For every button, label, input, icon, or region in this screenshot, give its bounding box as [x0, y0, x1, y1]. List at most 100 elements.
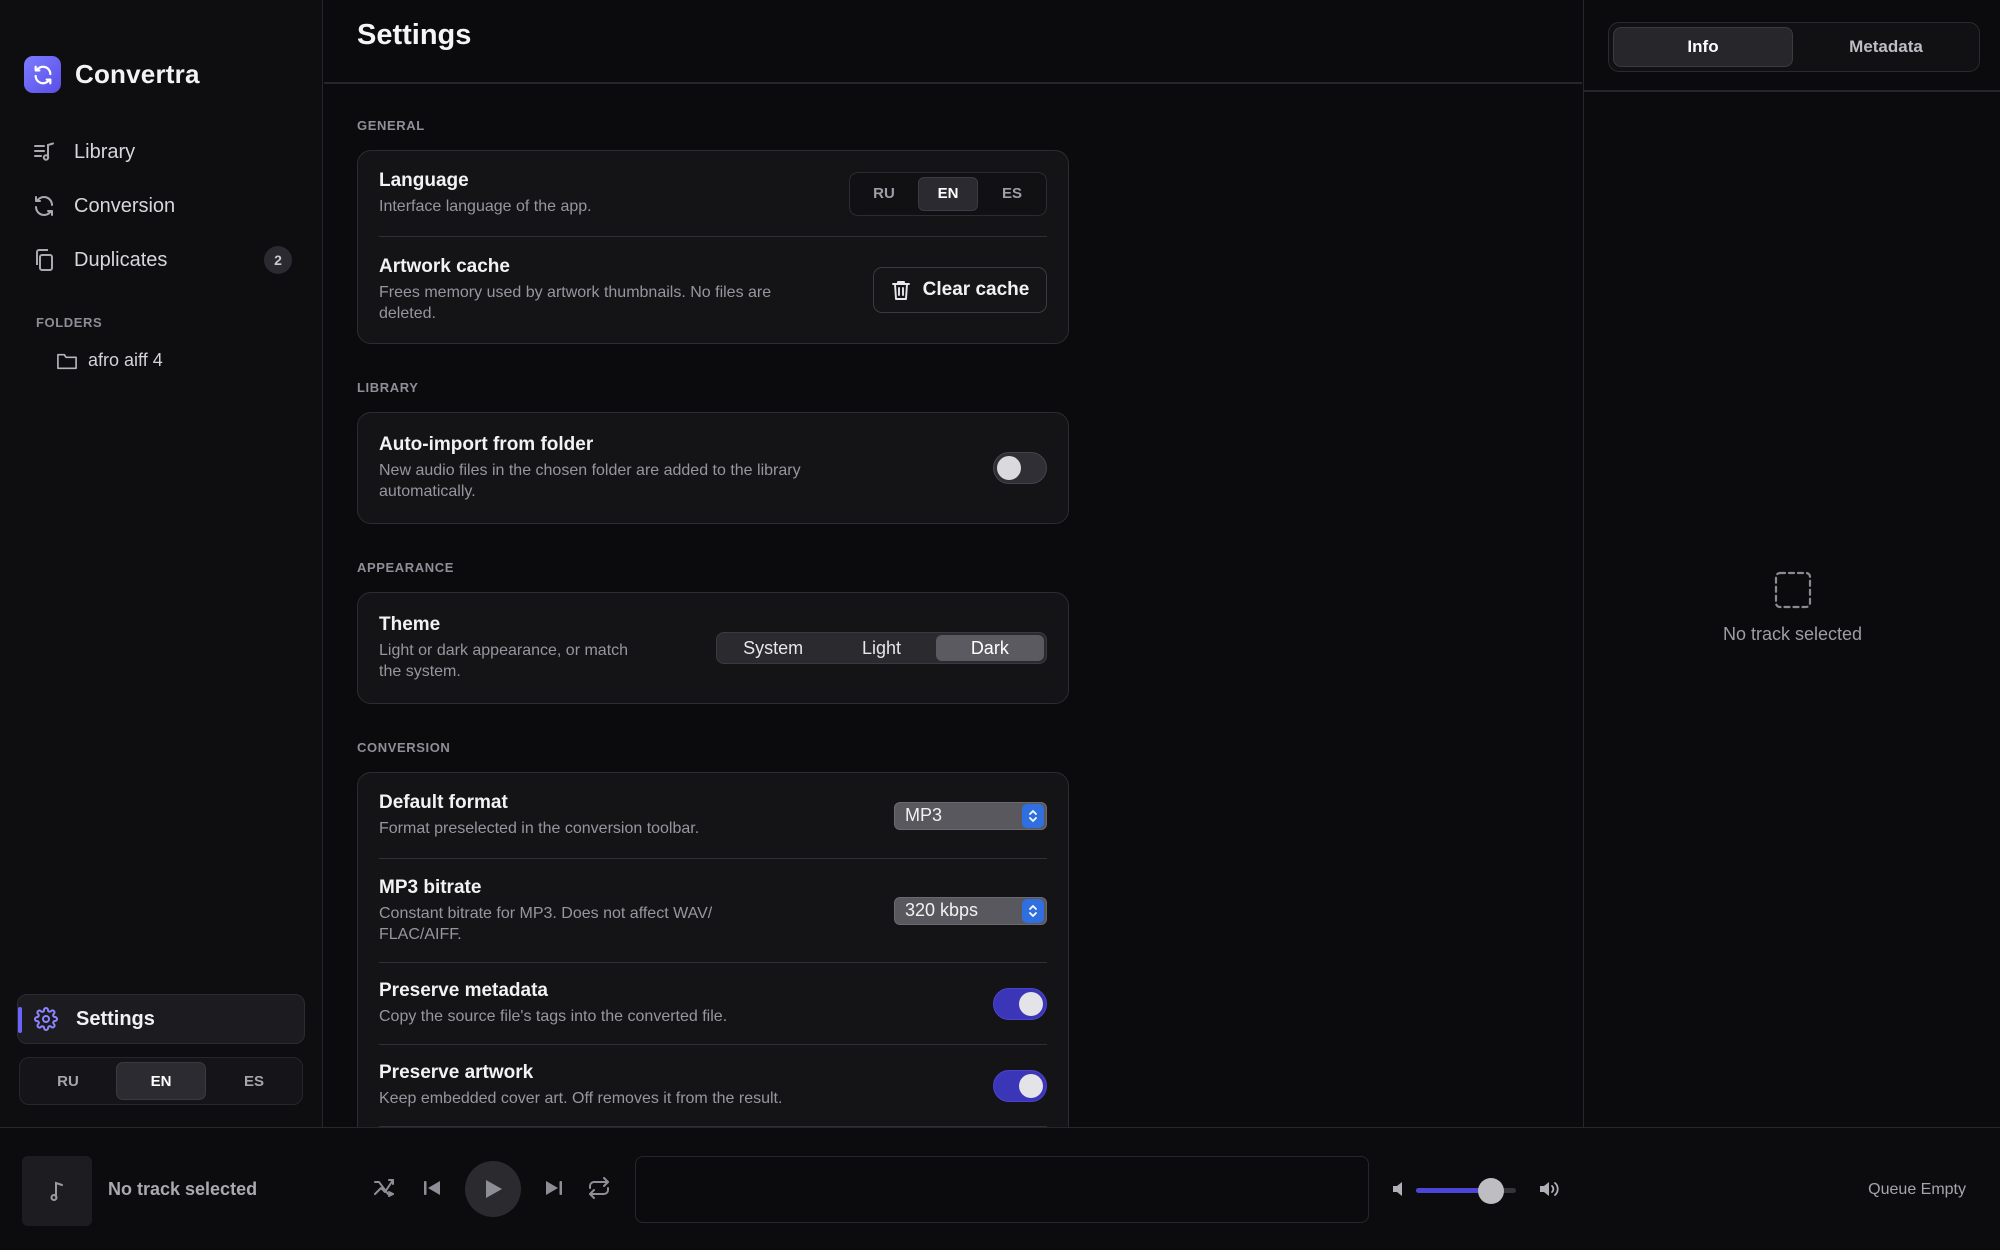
auto-import-desc: New audio files in the chosen folder are… — [379, 462, 801, 500]
bitrate-title: MP3 bitrate — [379, 876, 482, 898]
section-label-library: LIBRARY — [357, 380, 419, 395]
auto-import-toggle[interactable] — [993, 452, 1047, 484]
theme-option-light[interactable]: Light — [827, 635, 935, 661]
chevron-updown-icon — [1022, 898, 1044, 923]
repeat-icon — [587, 1177, 611, 1199]
settings-content: GENERAL Language Interface language of t… — [357, 84, 1069, 1127]
lang-option-es[interactable]: ES — [982, 177, 1042, 211]
queue-status: Queue Empty — [1868, 1181, 1966, 1198]
play-icon — [483, 1178, 503, 1200]
main-header: Settings — [324, 0, 1582, 84]
play-button[interactable] — [465, 1161, 521, 1217]
volume-high-icon — [1538, 1179, 1560, 1199]
bitrate-select-value: 320 kbps — [905, 900, 979, 920]
brand: Convertra — [24, 56, 200, 93]
format-select-value: MP3 — [905, 805, 943, 825]
previous-button[interactable] — [419, 1175, 445, 1201]
detail-panel: Info Metadata No track selected — [1583, 0, 2000, 1127]
repeat-button[interactable] — [586, 1175, 612, 1201]
copy-files-icon — [32, 248, 56, 272]
sidebar-lang-en[interactable]: EN — [116, 1062, 206, 1100]
preserve-metadata-toggle[interactable] — [993, 987, 1047, 1020]
skip-forward-icon — [544, 1178, 564, 1198]
sidebar-item-label: Duplicates — [74, 248, 168, 271]
empty-state: No track selected — [1584, 570, 2000, 645]
clear-cache-label: Clear cache — [922, 279, 1030, 300]
mp3-bitrate-row: MP3 bitrate Constant bitrate for MP3. Do… — [379, 859, 1047, 963]
bitrate-desc: Constant bitrate for MP3. Does not affec… — [379, 904, 713, 943]
cache-desc: Frees memory used by artwork thumbnails.… — [379, 284, 772, 322]
waveform-scrubber[interactable] — [635, 1156, 1369, 1223]
auto-import-title: Auto-import from folder — [379, 434, 594, 455]
empty-state-text: No track selected — [1722, 624, 1863, 644]
auto-import-row: Auto-import from folder New audio files … — [379, 413, 1047, 523]
folder-label: afro aiff 4 — [88, 350, 163, 370]
preserve-metadata-row: Preserve metadata Copy the source file's… — [379, 963, 1047, 1045]
theme-option-system[interactable]: System — [719, 635, 827, 661]
lang-option-en[interactable]: EN — [918, 176, 978, 211]
panel-divider — [1584, 90, 2000, 92]
lang-option-ru[interactable]: RU — [854, 177, 914, 211]
artwork-desc: Keep embedded cover art. Off removes it … — [379, 1090, 783, 1107]
preserve-artwork-toggle[interactable] — [993, 1069, 1047, 1102]
page-title: Settings — [357, 18, 472, 51]
refresh-icon — [32, 194, 56, 218]
app-logo-icon — [24, 56, 61, 93]
sidebar-item-label: Library — [74, 140, 136, 163]
tab-info[interactable]: Info — [1613, 27, 1793, 67]
folders-heading: FOLDERS — [36, 315, 103, 330]
dashed-square-icon — [1773, 570, 1813, 610]
player-track-title: No track selected — [108, 1179, 258, 1199]
format-title: Default format — [379, 792, 508, 813]
sidebar-language-switch: RU EN ES — [19, 1057, 303, 1105]
language-title: Language — [379, 170, 469, 191]
theme-row: Theme Light or dark appearance, or match… — [379, 593, 1047, 703]
appearance-card: Theme Light or dark appearance, or match… — [357, 592, 1069, 704]
format-desc: Format preselected in the conversion too… — [379, 820, 700, 837]
artwork-cache-row: Artwork cache Frees memory used by artwo… — [379, 237, 1047, 343]
bitrate-select[interactable]: 320 kbps — [894, 896, 1047, 925]
shuffle-icon — [372, 1177, 396, 1199]
music-note-icon — [48, 1180, 66, 1202]
sidebar-lang-ru[interactable]: RU — [24, 1062, 112, 1100]
language-switch: RU EN ES — [849, 171, 1047, 216]
section-label-appearance: APPEARANCE — [357, 560, 455, 575]
sidebar-item-settings[interactable]: Settings — [17, 994, 305, 1044]
sidebar-folder-item[interactable]: afro aiff 4 — [56, 350, 163, 371]
shuffle-button[interactable] — [371, 1175, 397, 1201]
sidebar-nav: Library Conversion Duplicates 2 — [18, 126, 306, 288]
sidebar-item-label: Conversion — [74, 194, 176, 217]
default-format-row: Default format Format preselected in the… — [379, 773, 1047, 859]
gear-icon — [34, 1007, 58, 1031]
theme-option-dark[interactable]: Dark — [935, 635, 1044, 661]
folder-icon — [56, 351, 78, 371]
volume-low-icon — [1391, 1179, 1407, 1199]
format-select[interactable]: MP3 — [894, 801, 1047, 830]
sidebar-item-duplicates[interactable]: Duplicates 2 — [18, 234, 306, 286]
app-name: Convertra — [75, 59, 200, 89]
volume-knob[interactable] — [1478, 1178, 1504, 1204]
player-bar: No track selected Queue Empty — [0, 1127, 2000, 1250]
preserve-artwork-row: Preserve artwork Keep embedded cover art… — [379, 1045, 1047, 1127]
clear-cache-button[interactable]: Clear cache — [873, 267, 1047, 313]
artwork-title: Preserve artwork — [379, 1062, 534, 1083]
general-card: Language Interface language of the app. … — [357, 150, 1069, 344]
theme-switch: System Light Dark — [716, 632, 1047, 664]
track-artwork — [22, 1156, 92, 1226]
detail-tabs: Info Metadata — [1608, 22, 1980, 72]
duplicates-count-badge: 2 — [264, 246, 292, 274]
theme-desc: Light or dark appearance, or match the s… — [379, 642, 629, 680]
theme-title: Theme — [379, 614, 441, 635]
chevron-updown-icon — [1022, 803, 1044, 828]
tab-metadata[interactable]: Metadata — [1797, 27, 1975, 67]
sidebar: Convertra Library Conversion Duplicates … — [0, 0, 323, 1127]
section-label-general: GENERAL — [357, 118, 425, 133]
next-button[interactable] — [541, 1175, 567, 1201]
section-label-conversion: CONVERSION — [357, 740, 451, 755]
metadata-desc: Copy the source file's tags into the con… — [379, 1008, 728, 1025]
sidebar-lang-es[interactable]: ES — [210, 1062, 298, 1100]
sidebar-item-conversion[interactable]: Conversion — [18, 180, 306, 232]
sidebar-item-library[interactable]: Library — [18, 126, 306, 178]
conversion-card: Default format Format preselected in the… — [357, 772, 1069, 1127]
settings-label: Settings — [76, 1007, 155, 1030]
